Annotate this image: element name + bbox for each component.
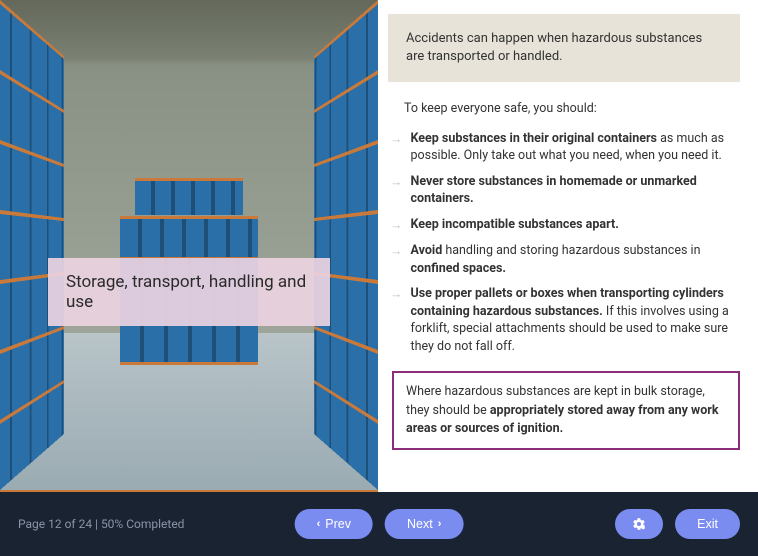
exit-label: Exit: [697, 517, 718, 531]
prev-button[interactable]: ‹ Prev: [295, 509, 373, 539]
list-item: → Keep incompatible substances apart.: [388, 216, 736, 235]
warehouse-illustration: [0, 0, 378, 490]
next-label: Next: [407, 517, 433, 531]
bullet-text: Use proper pallets or boxes when transpo…: [411, 285, 737, 355]
bullet-text: Avoid handling and storing hazardous sub…: [411, 242, 737, 277]
chevron-left-icon: ‹: [317, 518, 321, 530]
page-status: Page 12 of 24 | 50% Completed: [18, 517, 184, 531]
bullet-text: Never store substances in homemade or un…: [411, 173, 737, 208]
list-item: → Use proper pallets or boxes when trans…: [388, 285, 736, 355]
chevron-right-icon: ›: [438, 518, 442, 530]
prev-label: Prev: [325, 517, 351, 531]
list-item: → Keep substances in their original cont…: [388, 130, 736, 165]
bullet-text: Keep substances in their original contai…: [411, 130, 737, 165]
arrow-icon: →: [390, 217, 403, 235]
gear-icon: [631, 517, 647, 531]
footer-bar: Page 12 of 24 | 50% Completed ‹ Prev Nex…: [0, 492, 758, 556]
slide-container: Storage, transport, handling and use Acc…: [0, 0, 758, 492]
arrow-icon: →: [390, 131, 403, 165]
slide-title: Storage, transport, handling and use: [48, 258, 330, 326]
content-panel: Accidents can happen when hazardous subs…: [378, 0, 758, 492]
arrow-icon: →: [390, 243, 403, 277]
intro-text: To keep everyone safe, you should:: [388, 100, 740, 118]
list-item: → Avoid handling and storing hazardous s…: [388, 242, 736, 277]
arrow-icon: →: [390, 174, 403, 208]
safety-bullet-list: → Keep substances in their original cont…: [388, 130, 740, 364]
arrow-icon: →: [390, 286, 403, 355]
nav-button-group: ‹ Prev Next ›: [295, 509, 464, 539]
exit-button[interactable]: Exit: [675, 509, 740, 539]
highlight-note: Where hazardous substances are kept in b…: [392, 371, 740, 449]
next-button[interactable]: Next ›: [385, 509, 463, 539]
callout-box: Accidents can happen when hazardous subs…: [388, 14, 740, 82]
image-panel: Storage, transport, handling and use: [0, 0, 378, 492]
list-item: → Never store substances in homemade or …: [388, 173, 736, 208]
right-button-group: Exit: [615, 509, 740, 539]
bullet-text: Keep incompatible substances apart.: [411, 216, 737, 235]
settings-button[interactable]: [615, 509, 663, 539]
